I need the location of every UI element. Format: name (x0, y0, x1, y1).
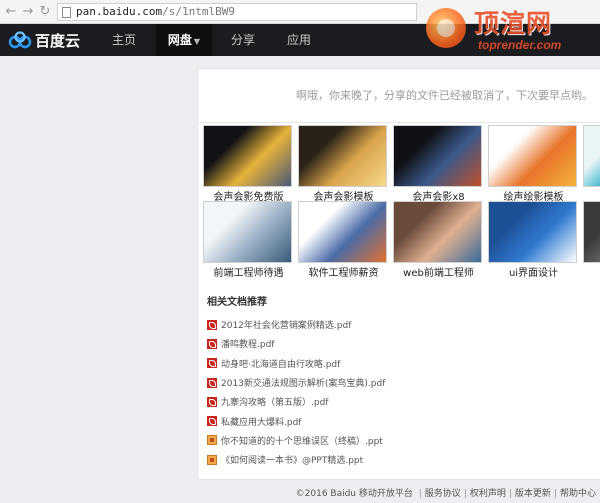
footer-separator: | (418, 489, 422, 499)
related-doc-name[interactable]: 私藏应用大爆料.pdf (221, 415, 301, 428)
footer-links: ©2016 Baidu 移动开放平台 | 服务协议 | 权利声明 | 版本更新 | 帮助中心 (296, 486, 596, 499)
recommendation-item[interactable] (583, 125, 600, 201)
share-panel: 啊哦，你来晚了，分享的文件已经被取消了，下次要早点哟。 会声会影免费版 会声会影模… (197, 68, 600, 480)
related-doc-item[interactable]: 潘鸣教程.pdf (207, 334, 587, 353)
thumbnail-image[interactable] (298, 201, 387, 263)
related-doc-name[interactable]: 《如何阅读一本书》@PPT精选.ppt (221, 453, 363, 466)
footer-link[interactable]: 帮助中心 (560, 489, 596, 499)
reload-icon[interactable]: ↻ (38, 5, 52, 19)
nav-item-apps[interactable]: 应用 (276, 24, 322, 56)
thumbnail-image[interactable] (298, 125, 387, 187)
related-doc-item[interactable]: 2012年社会化营销案例精选.pdf (207, 315, 587, 334)
footer-separator: | (553, 489, 557, 499)
divider (198, 122, 600, 123)
related-doc-item[interactable]: 九寨沟攻略（第五版）.pdf (207, 392, 587, 411)
recommendation-item[interactable]: ui界面设计 (488, 201, 579, 279)
related-doc-item[interactable]: 《如何阅读一本书》@PPT精选.ppt (207, 450, 587, 469)
brand-name: 百度云 (35, 32, 81, 50)
pdf-file-icon (207, 416, 217, 427)
recommendation-item[interactable]: 会声会影模板 (298, 125, 389, 203)
url-path: /s/1ntmlBW9 (162, 5, 235, 18)
footer: ©2016 Baidu 移动开放平台 | 服务协议 | 权利声明 | 版本更新 | 帮助中心 (0, 483, 600, 503)
url-text: pan.baidu.com/s/1ntmlBW9 (76, 5, 235, 18)
page-icon (62, 7, 71, 18)
share-cancelled-notice: 啊哦，你来晚了，分享的文件已经被取消了，下次要早点哟。 (296, 89, 593, 102)
thumbnail-image[interactable] (393, 201, 482, 263)
related-doc-name[interactable]: 潘鸣教程.pdf (221, 337, 274, 350)
thumbnail-caption[interactable]: 前端工程师待遇 (203, 264, 298, 279)
footer-link[interactable]: 版本更新 (515, 489, 551, 499)
thumbnail-image[interactable] (583, 125, 600, 187)
related-doc-name[interactable]: 你不知道的的十个思维误区（终稿）.ppt (221, 434, 383, 447)
watermark-logo-icon (426, 8, 466, 48)
ppt-file-icon (207, 454, 217, 465)
recommendation-item[interactable]: 新 (583, 201, 600, 277)
thumbnail-caption[interactable]: web前端工程师 (389, 264, 488, 279)
pdf-file-icon (207, 358, 217, 369)
footer-link[interactable]: 服务协议 (425, 489, 461, 499)
thumbnail-image[interactable] (203, 201, 292, 263)
forward-arrow-icon[interactable]: → (21, 5, 35, 19)
thumbnail-image[interactable] (203, 125, 292, 187)
nav-item-share[interactable]: 分享 (222, 24, 264, 56)
footer-separator: | (463, 489, 467, 499)
thumbnail-caption[interactable]: ui界面设计 (484, 264, 583, 279)
related-doc-name[interactable]: 2013新交通法规图示解析(案鸟宝典).pdf (221, 376, 385, 389)
related-docs-title: 相关文档推荐 (207, 297, 267, 308)
related-doc-name[interactable]: 2012年社会化营销案例精选.pdf (221, 318, 351, 331)
recommendation-item[interactable]: 会声会影x8 (393, 125, 484, 203)
watermark-title: 顶渲网 (474, 9, 553, 38)
related-doc-item[interactable]: 私藏应用大爆料.pdf (207, 411, 587, 430)
recommendation-item[interactable]: web前端工程师 (393, 201, 484, 279)
pdf-file-icon (207, 338, 217, 349)
ppt-file-icon (207, 435, 217, 446)
related-docs-list: 2012年社会化营销案例精选.pdf 潘鸣教程.pdf 动身吧·北海道自由行攻略.p… (207, 315, 587, 469)
recommendation-item[interactable]: 绘声绘影模板 (488, 125, 579, 203)
related-doc-name[interactable]: 动身吧·北海道自由行攻略.pdf (221, 357, 340, 370)
nav-item-home[interactable]: 主页 (102, 24, 146, 56)
recommendation-item[interactable]: 软件工程师薪资 (298, 201, 389, 279)
recommendation-item[interactable]: 前端工程师待遇 (203, 201, 294, 279)
related-doc-item[interactable]: 动身吧·北海道自由行攻略.pdf (207, 354, 587, 373)
pdf-file-icon (207, 377, 217, 388)
address-bar[interactable]: pan.baidu.com/s/1ntmlBW9 (57, 3, 417, 21)
footer-separator: | (508, 489, 512, 499)
thumbnail-caption[interactable]: 新 (579, 264, 600, 279)
recommendation-item[interactable]: 会声会影免费版 (203, 125, 294, 203)
thumbnail-image[interactable] (393, 125, 482, 187)
thumbnail-caption[interactable]: 软件工程师薪资 (294, 264, 393, 279)
url-host: pan.baidu.com (76, 5, 163, 18)
related-doc-name[interactable]: 九寨沟攻略（第五版）.pdf (221, 395, 328, 408)
footer-copyright: ©2016 Baidu 移动开放平台 (295, 489, 413, 499)
thumbnail-image[interactable] (488, 201, 577, 263)
back-arrow-icon[interactable]: ← (4, 5, 18, 19)
watermark-subtitle: toprender.com (478, 38, 562, 52)
footer-link[interactable]: 权利声明 (470, 489, 506, 499)
thumbnail-image[interactable] (488, 125, 577, 187)
thumbnail-image[interactable] (583, 201, 600, 263)
related-doc-item[interactable]: 2013新交通法规图示解析(案鸟宝典).pdf (207, 373, 587, 392)
watermark: 顶渲网 toprender.com (426, 4, 586, 56)
related-doc-item[interactable]: 你不知道的的十个思维误区（终稿）.ppt (207, 431, 587, 450)
recommendation-grid: 会声会影免费版 会声会影模板 会声会影x8 绘声绘影模板前端工程师待遇 软件工程师薪资 w… (203, 125, 600, 281)
baidu-cloud-icon (8, 31, 32, 49)
nav-item-netdisk[interactable]: 网盘 ▼ (156, 24, 212, 56)
nav-item-netdisk-label: 网盘 (167, 33, 192, 47)
pdf-file-icon (207, 319, 217, 330)
chevron-down-icon: ▼ (193, 37, 201, 46)
pdf-file-icon (207, 396, 217, 407)
